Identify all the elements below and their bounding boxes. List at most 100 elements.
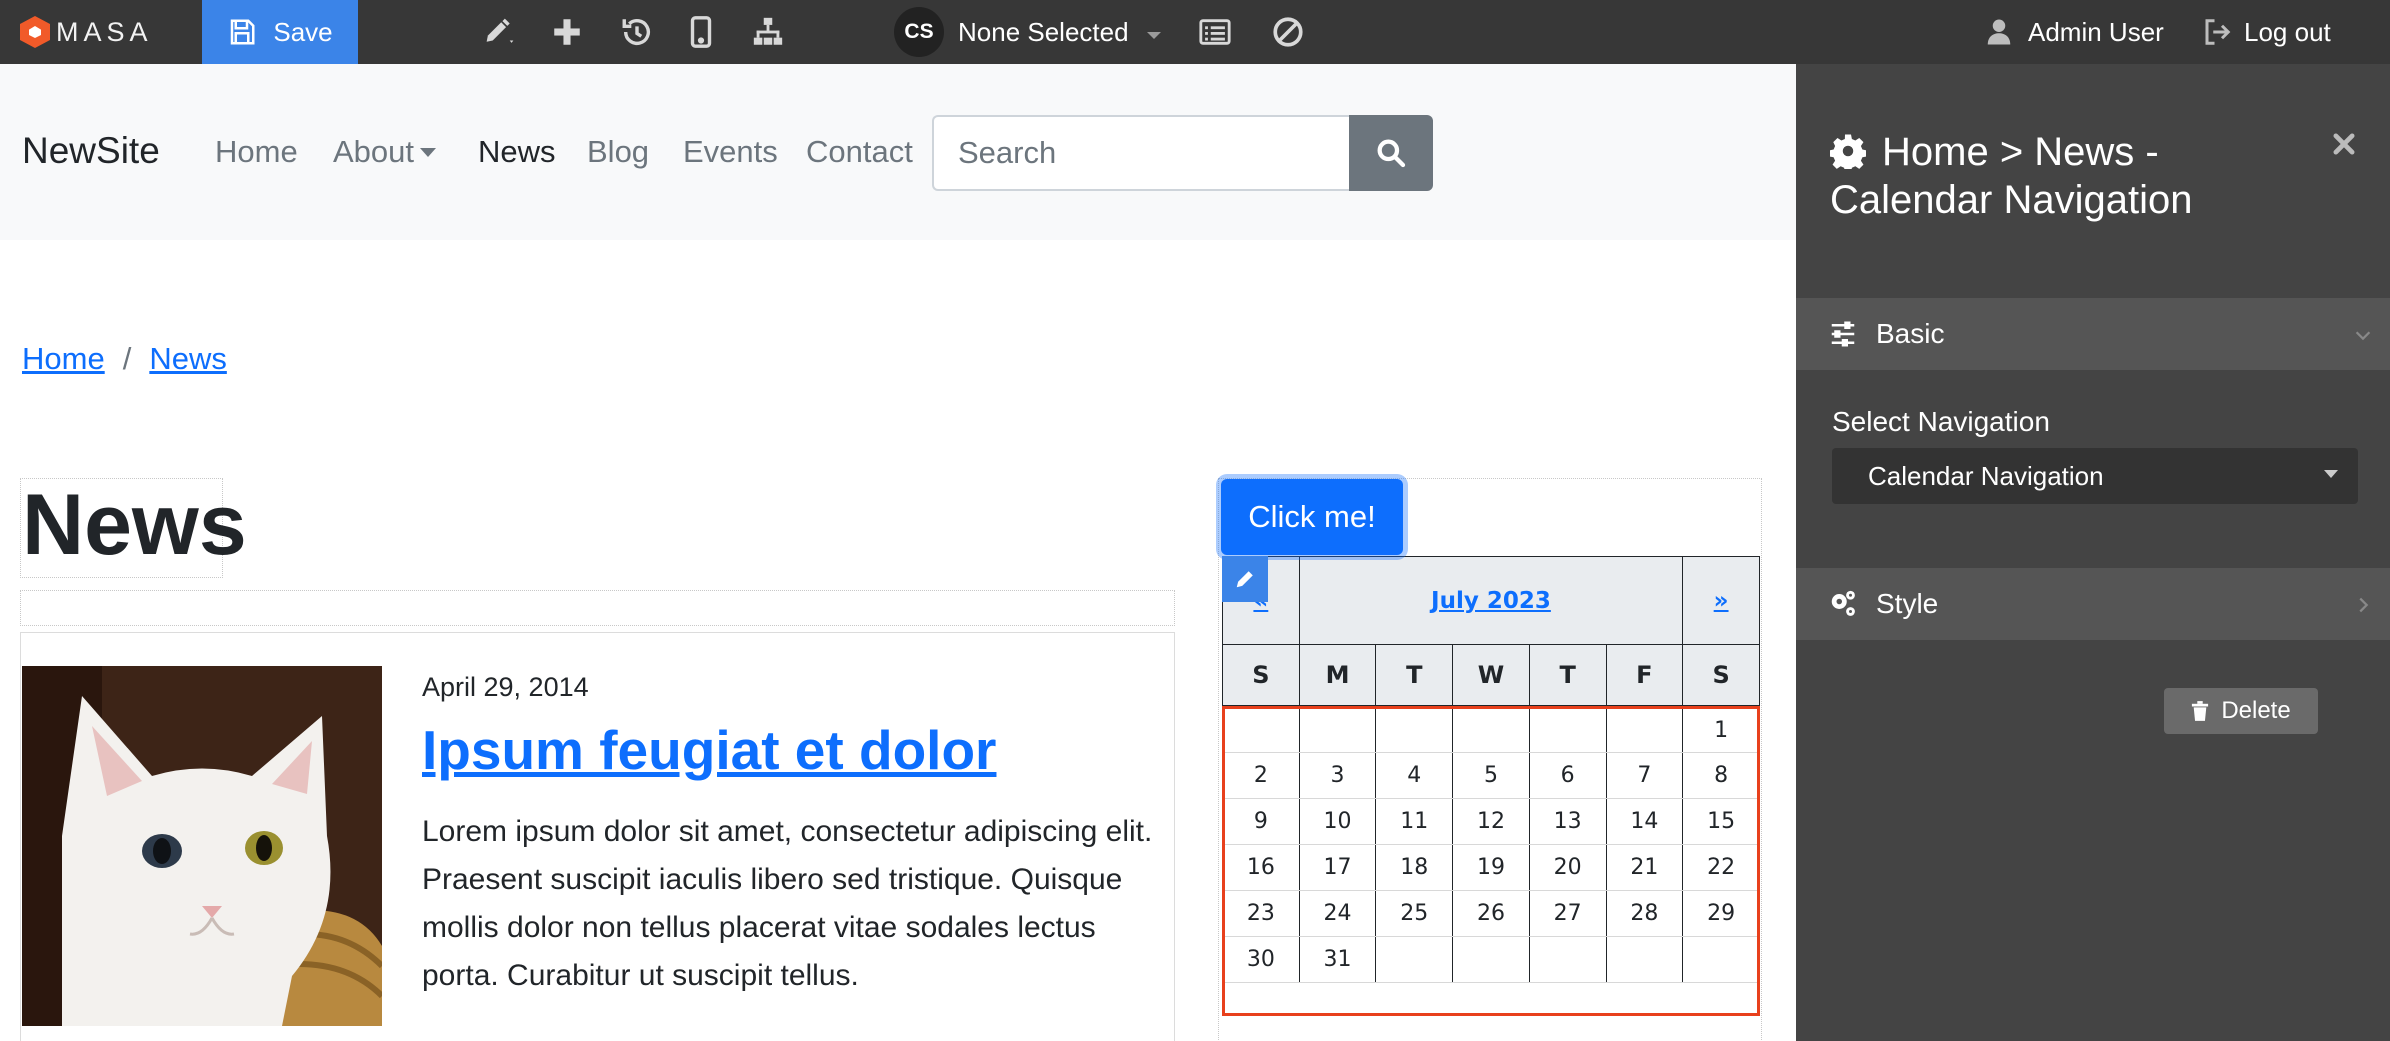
calendar-week-row: 16 17 18 19 20 21 22 bbox=[1222, 844, 1760, 891]
calendar-day-cell: 20 bbox=[1528, 844, 1607, 891]
chevron-down-icon bbox=[2355, 331, 2371, 341]
nav-item-contact[interactable]: Contact bbox=[806, 134, 913, 170]
content-selector[interactable]: CS None Selected bbox=[894, 6, 1161, 58]
calendar-day-cell: 26 bbox=[1452, 890, 1530, 937]
search-button[interactable] bbox=[1349, 115, 1433, 191]
calendar-day-cell bbox=[1528, 936, 1607, 983]
site-navbar: NewSite Home About News Blog Events Cont… bbox=[0, 64, 1796, 240]
white-cat-photo bbox=[22, 666, 382, 1026]
select-navigation-label: Select Navigation bbox=[1832, 406, 2050, 437]
pencil-icon bbox=[486, 18, 514, 43]
calendar-next-cell: » bbox=[1682, 556, 1760, 645]
sitemap-icon bbox=[753, 17, 783, 45]
article-summary: Lorem ipsum dolor sit amet, consectetur … bbox=[422, 815, 1153, 992]
calendar-day-cell: 22 bbox=[1682, 844, 1760, 891]
site-brand[interactable]: NewSite bbox=[22, 130, 160, 172]
calendar-day-cell: 6 bbox=[1528, 752, 1607, 799]
calendar-day-cell: 9 bbox=[1222, 798, 1300, 845]
calendar-month-row: « July 2023 » bbox=[1222, 556, 1760, 645]
calendar-day-cell: 28 bbox=[1605, 890, 1684, 937]
ban-icon bbox=[1273, 17, 1303, 47]
calendar-week-row: 2 3 4 5 6 7 8 bbox=[1222, 752, 1760, 799]
nav-item-events[interactable]: Events bbox=[683, 134, 778, 170]
calendar-day-cell: 21 bbox=[1605, 844, 1684, 891]
history-button[interactable] bbox=[616, 10, 658, 54]
settings-panel: Home > News - Calendar Navigation Basic … bbox=[1796, 64, 2390, 1041]
calendar-day-cell: 16 bbox=[1222, 844, 1300, 891]
chevron-down-icon bbox=[1146, 31, 1161, 39]
weekday-header: S bbox=[1682, 644, 1760, 708]
weekday-header: F bbox=[1605, 644, 1684, 708]
navigation-select[interactable]: Calendar Navigation bbox=[1832, 448, 2358, 504]
list-view-button[interactable] bbox=[1194, 10, 1236, 54]
article-image[interactable] bbox=[22, 666, 382, 1026]
disable-button[interactable] bbox=[1268, 10, 1308, 54]
weekday-header: T bbox=[1528, 644, 1607, 708]
panel-title: Home > News - Calendar Navigation bbox=[1829, 128, 2310, 224]
calendar-week-row: 23 24 25 26 27 28 29 bbox=[1222, 890, 1760, 937]
breadcrumb-news[interactable]: News bbox=[149, 341, 227, 377]
search-input[interactable] bbox=[932, 115, 1350, 191]
nav-item-blog[interactable]: Blog bbox=[587, 134, 649, 170]
page-title: News bbox=[22, 477, 247, 573]
article-title-link[interactable]: Ipsum feugiat et dolor bbox=[422, 718, 996, 782]
calendar-day-cell bbox=[1605, 936, 1684, 983]
list-icon bbox=[1199, 19, 1231, 45]
calendar-day-cell bbox=[1298, 706, 1377, 753]
calendar-day-cell bbox=[1375, 706, 1454, 753]
brand-text: MASA bbox=[56, 16, 153, 47]
section-style-header[interactable]: Style bbox=[1796, 568, 2390, 640]
user-icon bbox=[1987, 19, 2011, 45]
navigation-select-value: Calendar Navigation bbox=[1868, 460, 2104, 491]
panel-title-text: Home > News - Calendar Navigation bbox=[1830, 130, 2193, 222]
calendar-week-row: 1 bbox=[1222, 706, 1760, 753]
close-icon bbox=[2333, 133, 2355, 155]
calendar-day-cell: 7 bbox=[1605, 752, 1684, 799]
calendar-day-cell: 19 bbox=[1452, 844, 1530, 891]
calendar-table: « July 2023 » S M T W T F S 1 2 3 4 5 bbox=[1222, 556, 1760, 983]
content-selector-badge: CS bbox=[894, 7, 944, 57]
calendar-day-cell: 11 bbox=[1375, 798, 1454, 845]
calendar-month-link[interactable]: July 2023 bbox=[1431, 588, 1551, 614]
close-panel-button[interactable] bbox=[2328, 128, 2360, 160]
admin-toolbar: MASA Save CS None Selected Admin User Lo… bbox=[0, 0, 2390, 64]
calendar-day-cell bbox=[1375, 936, 1454, 983]
delete-button[interactable]: Delete bbox=[2164, 688, 2318, 734]
add-button[interactable] bbox=[546, 10, 588, 54]
floppy-disk-icon bbox=[231, 19, 255, 45]
pencil-icon bbox=[1236, 571, 1253, 588]
sitemap-button[interactable] bbox=[746, 10, 790, 54]
save-button[interactable]: Save bbox=[202, 0, 358, 64]
article-date: April 29, 2014 bbox=[422, 672, 589, 702]
mobile-preview-button[interactable] bbox=[682, 10, 720, 54]
gear-icon bbox=[1829, 134, 1867, 173]
edit-mode-button[interactable] bbox=[474, 10, 526, 54]
breadcrumb-separator: / bbox=[122, 341, 132, 376]
calendar-day-cell: 4 bbox=[1375, 752, 1454, 799]
user-name: Admin User bbox=[2028, 16, 2164, 47]
calendar-day-cell: 13 bbox=[1528, 798, 1607, 845]
weekday-header: W bbox=[1452, 644, 1530, 708]
masa-logo[interactable]: MASA bbox=[20, 0, 153, 64]
calendar-week-row: 30 31 bbox=[1222, 936, 1760, 983]
calendar-day-cell: 23 bbox=[1222, 890, 1300, 937]
content-selector-label: None Selected bbox=[958, 16, 1129, 47]
click-me-button[interactable]: Click me! bbox=[1221, 479, 1403, 555]
section-basic-header[interactable]: Basic bbox=[1796, 298, 2390, 370]
calendar-day-cell: 31 bbox=[1298, 936, 1377, 983]
widget-edit-button[interactable] bbox=[1222, 556, 1268, 602]
nav-item-home[interactable]: Home bbox=[215, 134, 298, 170]
nav-item-about[interactable]: About bbox=[333, 134, 437, 170]
calendar-day-cell: 24 bbox=[1298, 890, 1377, 937]
delete-label: Delete bbox=[2221, 697, 2291, 724]
logout-button[interactable]: Log out bbox=[2202, 0, 2331, 64]
caret-down-icon bbox=[2324, 470, 2338, 478]
calendar-day-cell: 29 bbox=[1682, 890, 1760, 937]
breadcrumb-home[interactable]: Home bbox=[22, 341, 105, 377]
calendar-next-link[interactable]: » bbox=[1714, 588, 1729, 614]
mobile-icon bbox=[690, 16, 712, 48]
calendar-day-cell bbox=[1222, 706, 1300, 753]
user-menu[interactable]: Admin User bbox=[1984, 0, 2164, 64]
weekday-header: M bbox=[1298, 644, 1377, 708]
nav-item-news[interactable]: News bbox=[478, 134, 556, 170]
